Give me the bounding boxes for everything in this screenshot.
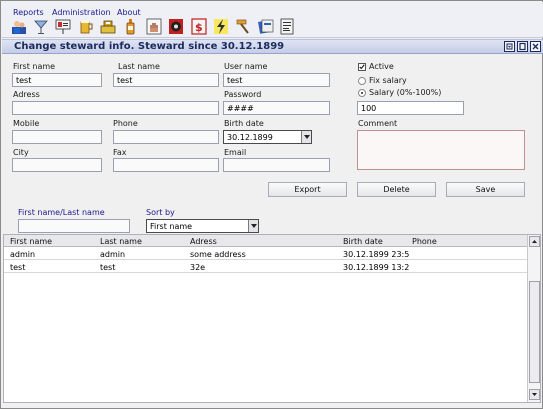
- minimize-button[interactable]: [504, 41, 515, 52]
- column-first-name[interactable]: First name: [10, 237, 52, 246]
- chevron-down-icon[interactable]: [248, 220, 258, 232]
- document-icon[interactable]: [279, 18, 295, 35]
- svg-text:$: $: [195, 21, 203, 34]
- hand-icon[interactable]: [146, 18, 162, 35]
- table-row[interactable]: test test 32e 30.12.1899 13:25: [4, 261, 528, 273]
- last-name-field[interactable]: test: [113, 73, 219, 87]
- checkmark-icon: [359, 64, 365, 70]
- mobile-field[interactable]: [12, 130, 102, 144]
- adress-label: Adress: [13, 90, 40, 99]
- user-name-label: User name: [224, 62, 268, 71]
- scroll-thumb[interactable]: [529, 281, 540, 383]
- table-cell: 30.12.1899 23:52: [343, 250, 410, 259]
- scroll-up-button[interactable]: [529, 236, 540, 247]
- chevron-down-icon[interactable]: [301, 131, 311, 143]
- scroll-down-button[interactable]: [529, 389, 540, 400]
- beer-icon[interactable]: [78, 18, 94, 35]
- sort-by-value: First name: [150, 222, 193, 231]
- search-name-field[interactable]: [18, 219, 130, 233]
- birth-date-label: Birth date: [224, 119, 264, 128]
- table-cell: test: [10, 263, 26, 272]
- cards-icon[interactable]: [258, 18, 274, 35]
- lightning-icon[interactable]: [213, 18, 229, 35]
- hammer-icon[interactable]: [235, 18, 251, 35]
- salary-percent-label: Salary (0%-100%): [369, 88, 442, 97]
- presentation-icon[interactable]: [55, 18, 71, 35]
- delete-button[interactable]: Delete: [357, 182, 436, 197]
- column-adress[interactable]: Adress: [190, 237, 217, 246]
- steward-window: Reports Administration About $ Change st…: [0, 0, 543, 409]
- comment-textarea[interactable]: [357, 130, 525, 170]
- sort-by-label: Sort by: [146, 208, 175, 217]
- salary-value-field[interactable]: 100: [357, 101, 464, 115]
- maximize-button[interactable]: [517, 41, 528, 52]
- fix-salary-radio[interactable]: [358, 77, 366, 85]
- mobile-label: Mobile: [13, 119, 40, 128]
- money-icon[interactable]: $: [191, 18, 207, 35]
- toolbar: $: [2, 16, 543, 38]
- disk-icon[interactable]: [168, 18, 184, 35]
- export-button[interactable]: Export: [268, 182, 347, 197]
- maximize-icon: [519, 42, 526, 51]
- email-field[interactable]: [223, 158, 330, 172]
- phone-field[interactable]: [113, 130, 219, 144]
- chevron-up-icon: [532, 240, 537, 243]
- cash-register-icon[interactable]: [100, 18, 116, 35]
- search-name-label: First name/Last name: [18, 208, 105, 217]
- window-titlebar: Change steward info. Steward since 30.12…: [2, 39, 543, 54]
- email-label: Email: [224, 148, 247, 157]
- active-checkbox[interactable]: [358, 63, 366, 71]
- password-label: Password: [224, 90, 262, 99]
- menu-bar: Reports Administration About: [2, 2, 543, 17]
- cocktail-icon[interactable]: [33, 18, 49, 35]
- table-scrollbar[interactable]: [527, 235, 540, 402]
- password-field[interactable]: ####: [223, 101, 330, 115]
- table-header: First name Last name Adress Birth date P…: [4, 235, 528, 247]
- column-phone[interactable]: Phone: [412, 237, 437, 246]
- table-row[interactable]: admin admin some address 30.12.1899 23:5…: [4, 248, 528, 260]
- close-button[interactable]: [530, 41, 541, 52]
- last-name-label: Last name: [118, 62, 160, 71]
- user-name-field[interactable]: test: [223, 73, 330, 87]
- city-label: City: [13, 148, 29, 157]
- sort-by-select[interactable]: First name: [146, 219, 259, 233]
- first-name-label: First name: [13, 62, 56, 71]
- city-field[interactable]: [12, 158, 102, 172]
- salary-percent-radio[interactable]: [358, 89, 366, 97]
- first-name-field[interactable]: test: [12, 73, 102, 87]
- table-cell: 32e: [190, 263, 206, 272]
- fax-label: Fax: [113, 148, 127, 157]
- column-birth-date[interactable]: Birth date: [343, 237, 383, 246]
- table-cell: admin: [100, 250, 126, 259]
- table-cell: 30.12.1899 13:25: [343, 263, 410, 272]
- fax-field[interactable]: [113, 158, 219, 172]
- table-cell: admin: [10, 250, 36, 259]
- bottle-icon[interactable]: [123, 18, 139, 35]
- close-icon: [532, 43, 539, 50]
- birth-date-picker[interactable]: 30.12.1899: [223, 130, 312, 144]
- adress-field[interactable]: [12, 101, 219, 115]
- minimize-icon: [506, 43, 513, 50]
- table-cell: some address: [190, 250, 246, 259]
- chevron-down-icon: [532, 393, 537, 396]
- birth-date-value: 30.12.1899: [227, 133, 273, 142]
- phone-label: Phone: [113, 119, 138, 128]
- fix-salary-label: Fix salary: [369, 76, 407, 85]
- window-title: Change steward info. Steward since 30.12…: [14, 41, 285, 52]
- column-last-name[interactable]: Last name: [100, 237, 142, 246]
- comment-label: Comment: [358, 119, 398, 128]
- save-button[interactable]: Save: [446, 182, 525, 197]
- users-icon[interactable]: [11, 18, 27, 35]
- table-cell: test: [100, 263, 116, 272]
- active-label: Active: [369, 62, 394, 71]
- stewards-table: First name Last name Adress Birth date P…: [3, 234, 541, 403]
